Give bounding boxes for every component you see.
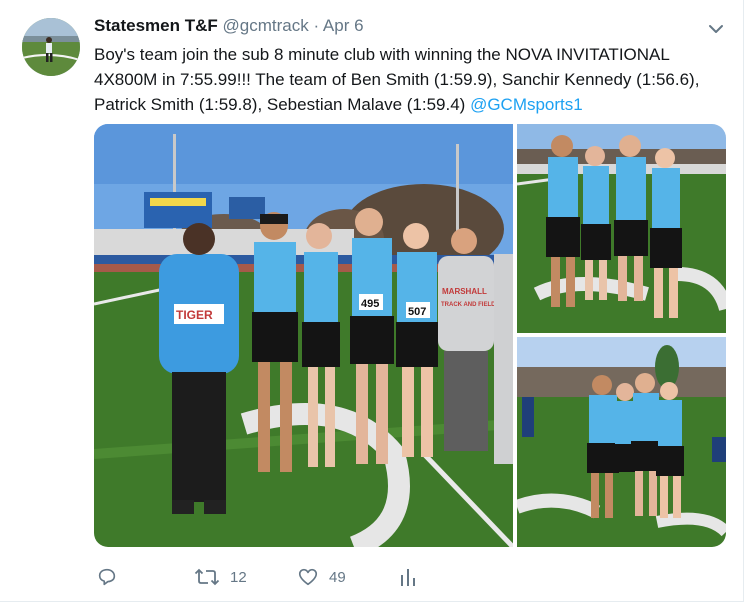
retweet-count: 12 [230,568,247,586]
bib-number: 507 [408,306,426,318]
tweet-actions: 12 49 [94,562,694,592]
tweet-header: Statesmen T&F @gcmtrack · Apr 6 [94,16,364,36]
avatar-image [22,18,80,76]
analytics-button[interactable] [398,562,418,592]
photo-bottom-right[interactable] [517,337,726,547]
hoodie-text: TRACK AND FIELD [441,302,496,308]
jacket-text: TIGER [176,308,213,322]
tweet-text-line: Boy's team join the sub 8 minute club wi… [94,45,670,64]
mention-link[interactable]: @GCMsports1 [470,95,583,114]
display-name[interactable]: Statesmen T&F [94,16,218,35]
avatar[interactable] [22,18,80,76]
like-icon [298,568,318,586]
tweet-text-line: 4X800M in 7:55.99!!! The team of Ben Smi… [94,70,700,89]
photo-main[interactable]: TIGER 495 507 MARSHALL TRACK AND FIELD [94,124,513,547]
analytics-icon [401,569,415,586]
hoodie-text: MARSHALL [442,287,487,296]
like-button[interactable]: 49 [297,562,346,592]
tweet[interactable]: Statesmen T&F @gcmtrack · Apr 6 Boy's te… [0,0,744,602]
user-handle[interactable]: @gcmtrack [222,16,308,35]
tweet-text-line: Patrick Smith (1:59.8), Sebestian Malave… [94,92,714,117]
tweet-date[interactable]: Apr 6 [323,16,364,35]
retweet-button[interactable]: 12 [194,562,247,592]
tweet-text: Boy's team join the sub 8 minute club wi… [94,42,714,117]
retweet-icon [194,568,220,586]
header-separator: · [313,16,320,35]
reply-icon [98,568,116,586]
chevron-down-icon[interactable] [707,20,725,38]
media-grid: TIGER 495 507 MARSHALL TRACK AND FIELD [94,124,726,547]
photo-top-right[interactable] [517,124,726,333]
reply-button[interactable] [96,562,118,592]
like-count: 49 [329,568,346,586]
tweet-text-segment: Patrick Smith (1:59.8), Sebestian Malave… [94,95,471,114]
bib-number: 495 [361,298,379,310]
